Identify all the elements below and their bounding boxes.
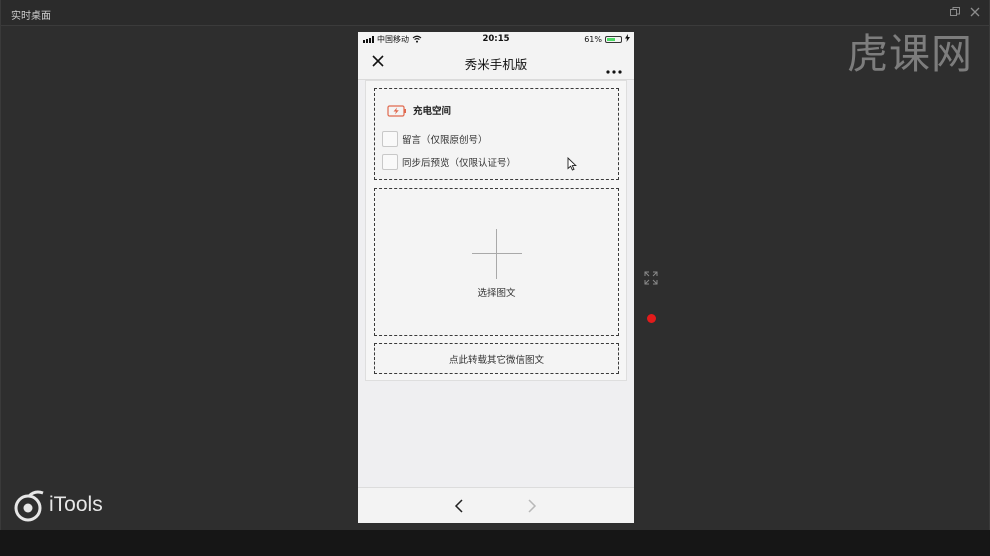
- preview-checkbox[interactable]: [382, 154, 398, 170]
- brand-text: 虎课网: [847, 30, 973, 78]
- page-title: 秀米手机版: [464, 57, 528, 72]
- plus-icon: [472, 229, 522, 279]
- expand-icon[interactable]: [644, 270, 658, 285]
- status-right: 61%: [584, 34, 630, 44]
- preview-label: 同步后预览（仅限认证号）: [402, 158, 517, 169]
- restore-window-icon[interactable]: [949, 6, 961, 18]
- charge-icon: [387, 103, 407, 117]
- battery-percent: 61%: [584, 34, 602, 44]
- phone-screen: 中国移动 20:15 61% 秀米手机版 充电空间 留言（仅限原创号） 同步后预…: [358, 32, 634, 523]
- nav-bar: 秀米手机版: [358, 46, 634, 80]
- browser-toolbar: [358, 487, 634, 523]
- back-icon[interactable]: [453, 498, 465, 514]
- select-article-box[interactable]: 选择图文: [374, 188, 619, 336]
- brand-watermark: 虎课网: [743, 18, 973, 78]
- charging-icon: [625, 34, 630, 44]
- transfer-article-button[interactable]: 点此转载其它微信图文: [374, 343, 619, 374]
- content-panel: 充电空间 留言（仅限原创号） 同步后预览（仅限认证号） 选择图文 点此转载其它微…: [365, 80, 627, 381]
- battery-icon: [605, 35, 622, 43]
- option-preview[interactable]: 同步后预览（仅限认证号）: [382, 154, 516, 170]
- cursor-icon: [567, 156, 577, 171]
- status-bar: 中国移动 20:15 61%: [358, 32, 634, 46]
- charge-space-row[interactable]: 充电空间: [387, 103, 451, 117]
- close-window-icon[interactable]: [969, 6, 981, 18]
- window-title: 实时桌面: [11, 11, 51, 22]
- itools-logo-text: iTools: [49, 493, 103, 516]
- transfer-article-label: 点此转载其它微信图文: [448, 355, 544, 366]
- comment-label: 留言（仅限原创号）: [402, 135, 488, 146]
- desktop-window: 实时桌面 虎课网 中国移动 20:15 61% 秀米手机版 充电空间 留言（仅限…: [0, 0, 990, 530]
- select-article-label: 选择图文: [477, 288, 516, 299]
- comment-checkbox[interactable]: [382, 131, 398, 147]
- forward-icon[interactable]: [526, 498, 538, 514]
- record-indicator: [647, 314, 656, 323]
- charge-space-label: 充电空间: [413, 106, 452, 117]
- options-box: 充电空间 留言（仅限原创号） 同步后预览（仅限认证号）: [374, 88, 619, 180]
- itools-logo: iTools: [13, 488, 123, 522]
- taskbar-strip: [0, 530, 990, 556]
- more-icon[interactable]: [606, 59, 622, 74]
- option-comment[interactable]: 留言（仅限原创号）: [382, 131, 488, 147]
